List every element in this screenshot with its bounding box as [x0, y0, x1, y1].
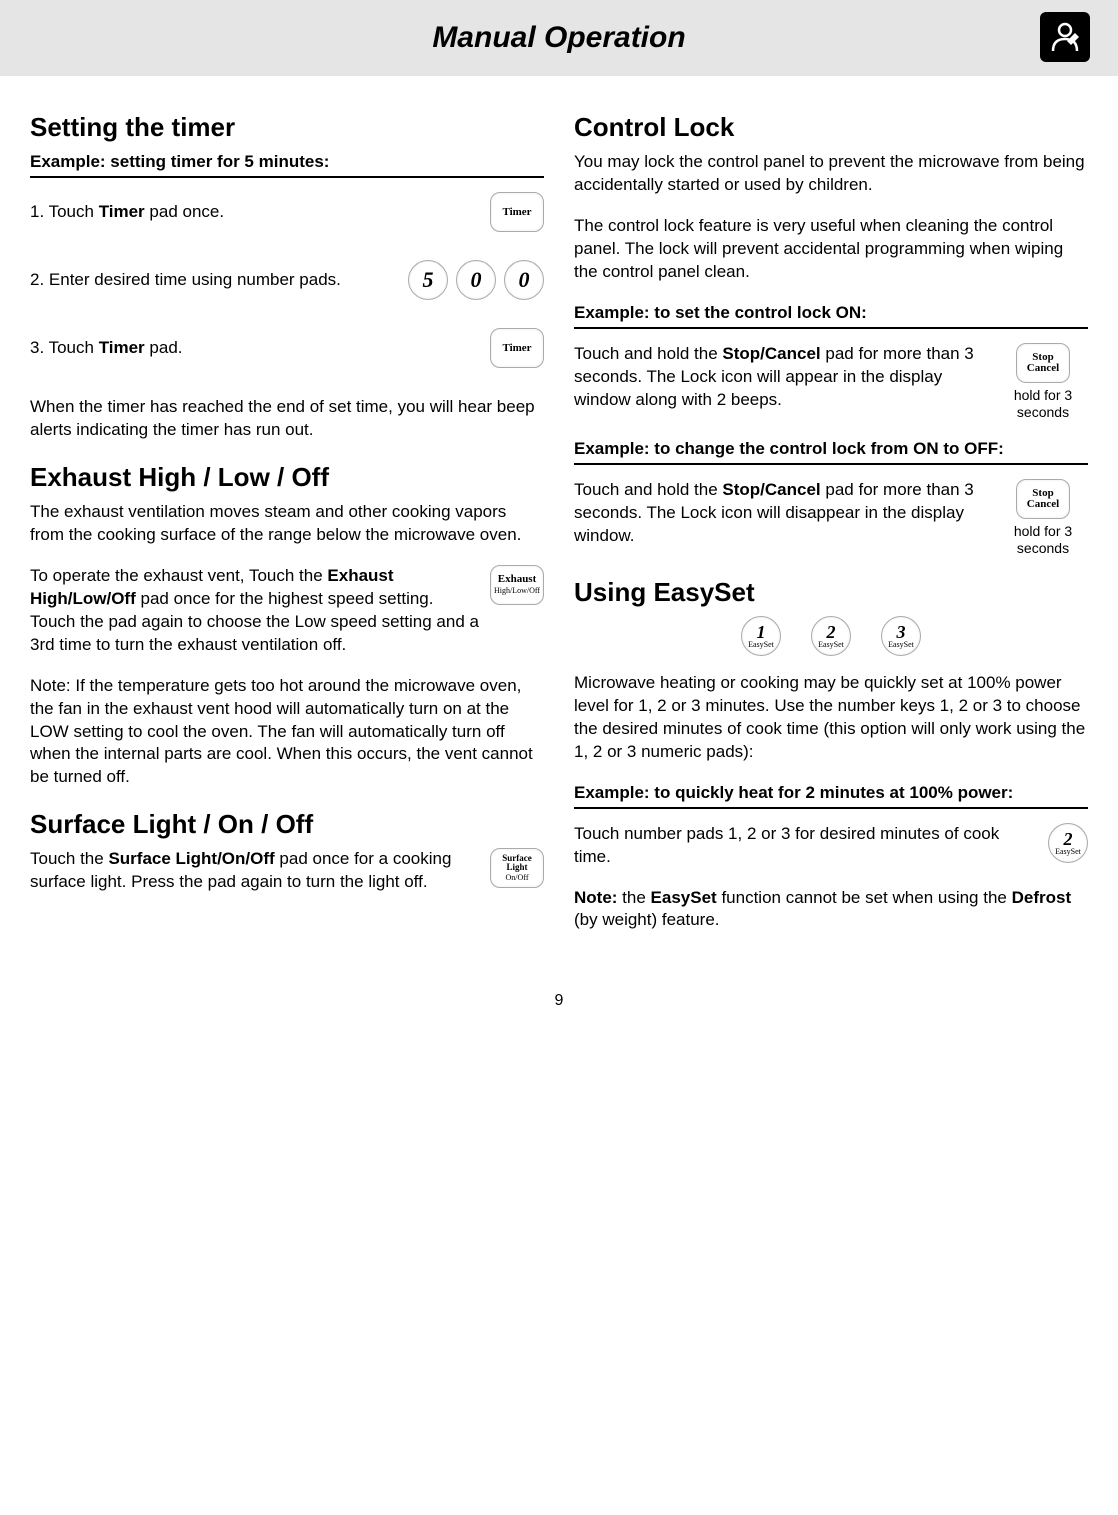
digit-pad-5: 5 — [408, 260, 448, 300]
header-band: Manual Operation — [0, 0, 1118, 76]
lock-p2: The control lock feature is very useful … — [574, 215, 1088, 284]
exhaust-pad: Exhaust High/Low/Off — [490, 565, 544, 605]
lock-example-off: Example: to change the control lock from… — [574, 438, 1088, 465]
easyset-step: Touch number pads 1, 2 or 3 for desired … — [574, 823, 1088, 869]
hold-label-2: hold for 3 seconds — [998, 523, 1088, 557]
surface-text: Touch the Surface Light/On/Off pad once … — [30, 848, 544, 894]
timer-pad-2: Timer — [490, 328, 544, 368]
easyset-p1: Microwave heating or cooking may be quic… — [574, 672, 1088, 764]
lock-off-row: Touch and hold the Stop/Cancel pad for m… — [574, 479, 1088, 557]
timer-step-1: 1. Touch Timer pad once. Timer — [30, 192, 544, 232]
heading-timer: Setting the timer — [30, 110, 544, 145]
easyset-note: Note: the EasySet function cannot be set… — [574, 887, 1088, 933]
lock-p1: You may lock the control panel to preven… — [574, 151, 1088, 197]
exhaust-note: Note: If the temperature gets too hot ar… — [30, 675, 544, 790]
lock-example-on: Example: to set the control lock ON: — [574, 302, 1088, 329]
heading-surface: Surface Light / On / Off — [30, 807, 544, 842]
easyset-step-pad-2: 2 EasySet — [1048, 823, 1088, 863]
left-column: Setting the timer Example: setting timer… — [30, 96, 544, 950]
page-number: 9 — [0, 950, 1118, 1032]
heading-easyset: Using EasySet — [574, 575, 1088, 610]
heading-exhaust: Exhaust High / Low / Off — [30, 460, 544, 495]
header-icon — [1040, 12, 1090, 62]
page-title: Manual Operation — [432, 18, 685, 59]
stop-cancel-pad: Stop Cancel — [1016, 343, 1070, 383]
digit-pad-0b: 0 — [504, 260, 544, 300]
exhaust-intro: The exhaust ventilation moves steam and … — [30, 501, 544, 547]
timer-end-note: When the timer has reached the end of se… — [30, 396, 544, 442]
heading-control-lock: Control Lock — [574, 110, 1088, 145]
easyset-pad-3: 3 EasySet — [881, 616, 921, 656]
example-timer: Example: setting timer for 5 minutes: — [30, 151, 544, 178]
surface-light-pad: Surface Light On/Off — [490, 848, 544, 888]
digit-pad-0a: 0 — [456, 260, 496, 300]
right-column: Control Lock You may lock the control pa… — [574, 96, 1088, 950]
easyset-example: Example: to quickly heat for 2 minutes a… — [574, 782, 1088, 809]
timer-pad: Timer — [490, 192, 544, 232]
hold-label-1: hold for 3 seconds — [998, 387, 1088, 421]
timer-step-3: 3. Touch Timer pad. Timer — [30, 328, 544, 368]
timer-step-2: 2. Enter desired time using number pads.… — [30, 260, 544, 300]
easyset-pad-1: 1 EasySet — [741, 616, 781, 656]
lock-on-row: Touch and hold the Stop/Cancel pad for m… — [574, 343, 1088, 421]
stop-cancel-pad-2: Stop Cancel — [1016, 479, 1070, 519]
easyset-pads: 1 EasySet 2 EasySet 3 EasySet — [574, 616, 1088, 656]
easyset-pad-2: 2 EasySet — [811, 616, 851, 656]
exhaust-operate: To operate the exhaust vent, Touch the E… — [30, 565, 544, 657]
